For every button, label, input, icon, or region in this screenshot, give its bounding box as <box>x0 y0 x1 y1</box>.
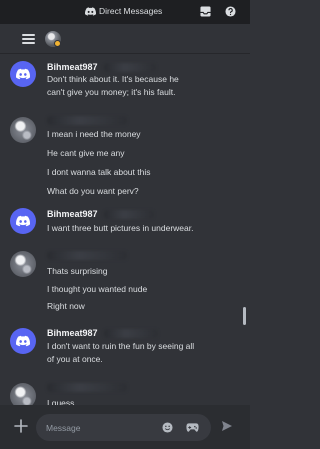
message-text: I want three butt pictures in underwear. <box>47 223 194 233</box>
message-author[interactable]: Bihmeat987 <box>47 209 98 219</box>
send-icon[interactable] <box>221 420 233 432</box>
message-text: What do you want perv? <box>47 186 139 196</box>
message-author[interactable]: Bihmeat987 <box>47 62 98 72</box>
discord-logo-icon <box>16 215 30 227</box>
user-photo-avatar[interactable] <box>10 251 36 277</box>
message-input-container <box>36 414 211 441</box>
window-title: Direct Messages <box>99 6 163 16</box>
message-text: I mean i need the money <box>47 129 141 139</box>
redacted-timestamp <box>104 210 154 219</box>
message-text: I don't want to ruin the fun by seeing a… <box>47 341 195 351</box>
help-icon[interactable] <box>225 6 236 17</box>
inbox-icon[interactable] <box>200 6 211 17</box>
channel-header <box>0 24 250 54</box>
message-text: I thought you wanted nude <box>47 284 148 294</box>
discord-avatar[interactable] <box>10 328 36 354</box>
discord-avatar[interactable] <box>10 61 36 87</box>
message-text: Thats surprising <box>47 266 108 276</box>
user-photo-avatar[interactable] <box>10 117 36 143</box>
discord-logo-icon <box>16 335 30 347</box>
redacted-username <box>47 116 127 125</box>
status-badge <box>54 40 61 47</box>
scrollbar-thumb[interactable] <box>243 307 246 325</box>
discord-logo-icon <box>85 7 96 16</box>
hamburger-menu-icon[interactable] <box>22 34 35 44</box>
message-text: Don't think about it. It's because he <box>47 74 179 84</box>
message-text: I dont wanna talk about this <box>47 167 151 177</box>
emoji-icon[interactable] <box>162 422 173 433</box>
redacted-timestamp <box>104 329 158 338</box>
discord-app: Direct Messages Bihmeat987 Don't think a… <box>0 0 250 449</box>
title-bar: Direct Messages <box>0 0 250 24</box>
discord-avatar[interactable] <box>10 208 36 234</box>
message-composer <box>0 405 250 449</box>
redacted-username <box>47 383 127 392</box>
message-author[interactable]: Bihmeat987 <box>47 328 98 338</box>
message-text: He cant give me any <box>47 148 125 158</box>
message-text: of you at once. <box>47 354 103 364</box>
message-text: can't give you money; it's his fault. <box>47 87 176 97</box>
discord-logo-icon <box>16 68 30 80</box>
message-input[interactable] <box>46 421 126 434</box>
redacted-timestamp <box>104 63 156 72</box>
gamepad-icon[interactable] <box>186 422 199 433</box>
message-list[interactable]: Bihmeat987 Don't think about it. It's be… <box>0 55 250 409</box>
plus-icon[interactable] <box>14 419 28 433</box>
message-text: Right now <box>47 301 85 311</box>
redacted-username <box>47 251 127 260</box>
